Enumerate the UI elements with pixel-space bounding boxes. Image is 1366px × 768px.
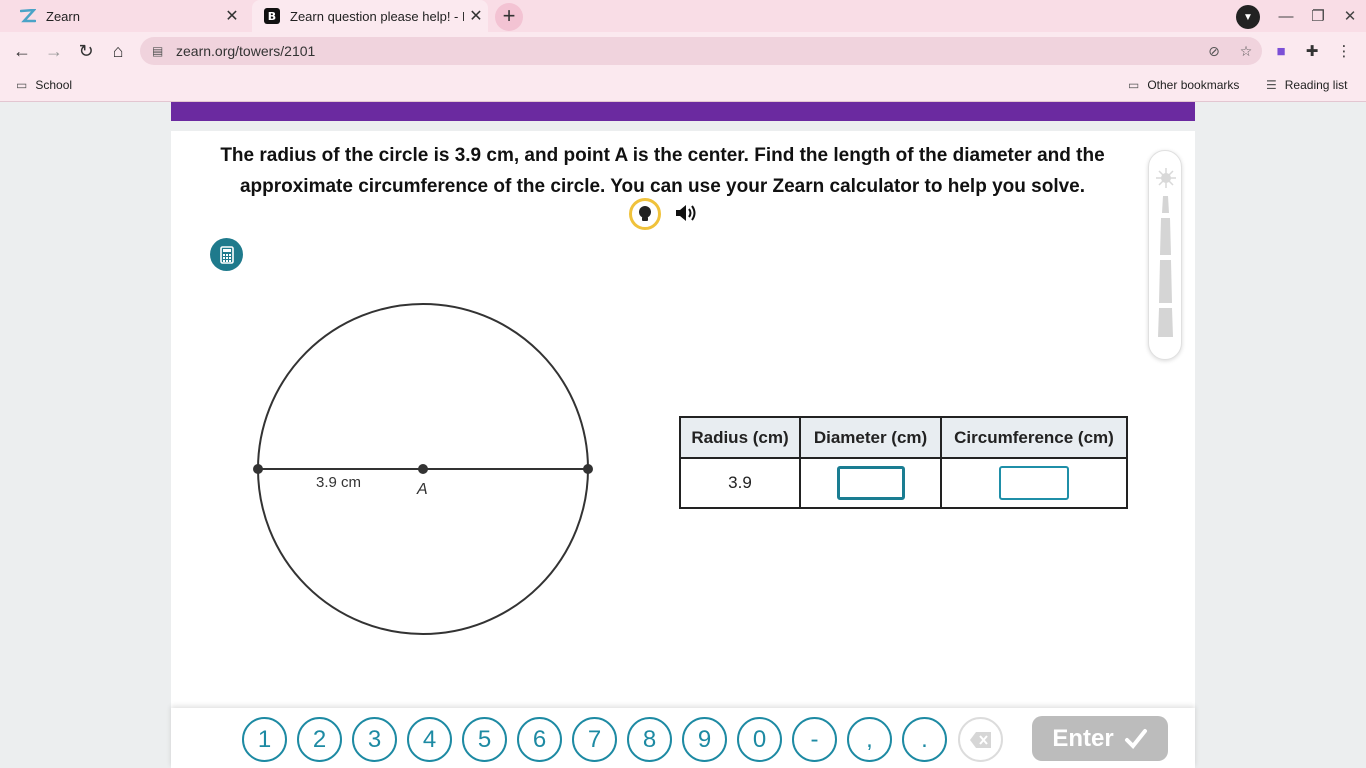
address-bar[interactable]: ▤ zearn.org/towers/2101 ⊘ ☆ (140, 37, 1262, 65)
question-text: The radius of the circle is 3.9 cm, and … (220, 145, 1105, 197)
tab-strip: Zearn ✕ B Zearn question please help! - … (0, 0, 1366, 32)
key-8[interactable]: 8 (627, 717, 672, 762)
back-icon[interactable]: ← (8, 38, 36, 64)
center-point-a (418, 464, 428, 474)
key-1[interactable]: 1 (242, 717, 287, 762)
circle-figure: 3.9 cm A (240, 290, 610, 650)
diameter-header: Diameter (cm) (799, 416, 942, 459)
key-9[interactable]: 9 (682, 717, 727, 762)
key-3[interactable]: 3 (352, 717, 397, 762)
bookmark-label: Other bookmarks (1147, 78, 1240, 92)
key-decimal[interactable]: . (902, 717, 947, 762)
new-tab-button[interactable]: + (495, 3, 523, 31)
more-menu-icon[interactable]: ⋮ (1333, 41, 1355, 61)
bookmarks-bar: ▭ School ▭ Other bookmarks ☰ Reading lis… (0, 70, 1366, 102)
forward-icon[interactable]: → (40, 38, 68, 64)
reload-icon[interactable]: ↻ (72, 38, 100, 64)
folder-icon: ▭ (1128, 78, 1140, 92)
minimize-icon[interactable]: — (1268, 0, 1304, 32)
svg-text:B: B (268, 10, 276, 23)
bookmark-other[interactable]: ▭ Other bookmarks (1128, 78, 1239, 92)
answer-table: Radius (cm) Diameter (cm) Circumference … (679, 416, 1128, 509)
bookmark-school[interactable]: ▭ School (16, 78, 72, 92)
bookmark-star-icon[interactable]: ☆ (1230, 43, 1262, 60)
bookmark-reading-list[interactable]: ☰ Reading list (1266, 78, 1347, 92)
lesson-banner (171, 102, 1195, 121)
key-2[interactable]: 2 (297, 717, 342, 762)
circumference-cell (940, 457, 1128, 509)
backspace-icon (969, 731, 991, 748)
url-text: zearn.org/towers/2101 (176, 43, 316, 59)
tower-progress-indicator (1148, 150, 1182, 360)
tab-brainly[interactable]: B Zearn question please help! - Bra ✕ (252, 0, 488, 32)
close-tab-icon[interactable]: ✕ (464, 6, 488, 26)
media-control-icon[interactable]: ▼ (1236, 5, 1260, 29)
speaker-icon (676, 205, 696, 221)
right-endpoint (583, 464, 593, 474)
left-endpoint (253, 464, 263, 474)
calculator-button[interactable] (210, 238, 243, 271)
checkmark-icon (1124, 728, 1147, 749)
read-aloud-button[interactable] (673, 201, 699, 225)
radius-value: 3.9 (679, 457, 801, 509)
diameter-cell (799, 457, 942, 509)
calculator-icon (219, 245, 234, 264)
enter-label: Enter (1052, 724, 1114, 752)
key-0[interactable]: 0 (737, 717, 782, 762)
home-icon[interactable]: ⌂ (104, 38, 132, 64)
tab-title: Zearn (46, 8, 80, 24)
key-minus[interactable]: - (792, 717, 837, 762)
spark-icon (1156, 168, 1176, 188)
key-comma[interactable]: , (847, 717, 892, 762)
extension-icon[interactable]: ■ (1270, 41, 1292, 61)
close-window-icon[interactable]: ✕ (1332, 0, 1366, 32)
key-6[interactable]: 6 (517, 717, 562, 762)
close-tab-icon[interactable]: ✕ (220, 6, 244, 26)
circumference-input[interactable] (999, 466, 1069, 500)
diameter-input[interactable] (836, 466, 905, 500)
tab-title: Zearn question please help! - Bra (290, 8, 464, 24)
backspace-button[interactable] (958, 717, 1003, 762)
key-5[interactable]: 5 (462, 717, 507, 762)
camera-blocked-icon[interactable]: ⊘ (1198, 43, 1230, 60)
zearn-logo-icon (20, 8, 36, 24)
browser-toolbar: ← → ↻ ⌂ ▤ zearn.org/towers/2101 ⊘ ☆ ■ ✚ … (0, 32, 1366, 70)
bookmark-label: School (35, 78, 73, 92)
center-label: A (417, 481, 428, 498)
enter-button[interactable]: Enter (1032, 716, 1168, 761)
hint-button[interactable] (629, 198, 661, 230)
lightbulb-icon (639, 206, 651, 221)
brainly-logo-icon: B (264, 8, 280, 24)
puzzle-icon[interactable]: ✚ (1301, 41, 1323, 61)
bookmark-label: Reading list (1284, 78, 1348, 92)
radius-label: 3.9 cm (316, 474, 362, 491)
radius-header: Radius (cm) (679, 416, 801, 459)
circumference-header: Circumference (cm) (940, 416, 1128, 459)
key-4[interactable]: 4 (407, 717, 452, 762)
number-keypad: 1 2 3 4 5 6 7 8 9 0 - , . Enter (171, 708, 1195, 768)
site-info-icon[interactable]: ▤ (152, 44, 168, 58)
restore-icon[interactable]: ❐ (1300, 0, 1336, 32)
folder-icon: ▭ (16, 78, 28, 92)
tab-zearn[interactable]: Zearn ✕ (8, 0, 244, 32)
key-7[interactable]: 7 (572, 717, 617, 762)
reading-list-icon: ☰ (1266, 78, 1277, 92)
